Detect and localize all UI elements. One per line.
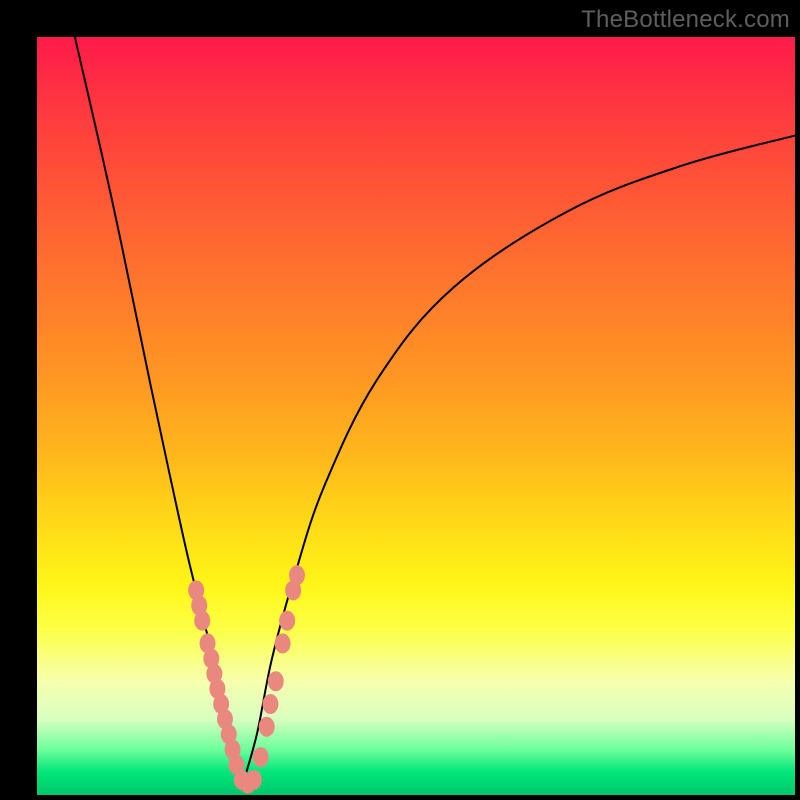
right-curve: [242, 136, 795, 788]
chart-frame: TheBottleneck.com: [0, 0, 800, 800]
data-point: [253, 747, 269, 767]
data-point: [275, 633, 291, 653]
data-point: [268, 671, 284, 691]
watermark-text: TheBottleneck.com: [581, 6, 790, 34]
data-point: [259, 717, 275, 737]
data-point: [246, 770, 262, 790]
data-point: [279, 611, 295, 631]
plot-area: [37, 37, 795, 795]
data-point: [262, 694, 278, 714]
data-point: [289, 565, 305, 585]
data-point: [194, 611, 210, 631]
chart-svg: [37, 37, 795, 795]
